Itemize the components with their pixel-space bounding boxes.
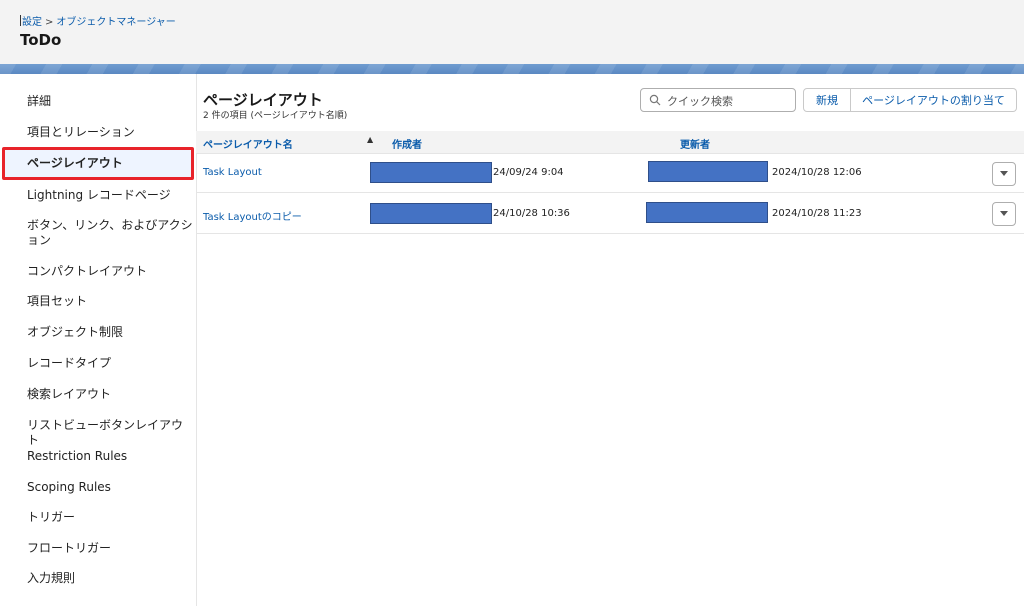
redacted-creator <box>370 162 492 183</box>
breadcrumb-object-manager-link[interactable]: オブジェクトマネージャー <box>56 17 175 28</box>
sidebar-item-field-sets[interactable]: 項目セット <box>2 294 194 309</box>
created-date: 24/10/28 10:36 <box>493 208 570 219</box>
header-decorative-band <box>0 64 1024 74</box>
sidebar-item-scoping-rules[interactable]: Scoping Rules <box>2 480 194 495</box>
chevron-down-icon <box>1000 171 1008 176</box>
redacted-creator <box>370 203 492 224</box>
text-cursor <box>20 15 21 26</box>
modified-date: 2024/10/28 12:06 <box>772 167 862 178</box>
column-header-layout-name[interactable]: ページレイアウト名 <box>203 136 293 151</box>
redacted-modifier <box>648 161 768 182</box>
sidebar-item-validation-rules[interactable]: 入力規則 <box>2 571 194 586</box>
breadcrumb-separator: > <box>45 17 54 28</box>
table-row: Task Layoutのコピー 24/10/28 10:36 2024/10/2… <box>196 195 1024 234</box>
sort-ascending-icon: ▲ <box>367 135 374 144</box>
sidebar-item-object-limits[interactable]: オブジェクト制限 <box>2 325 194 340</box>
table-row: Task Layout 24/09/24 9:04 2024/10/28 12:… <box>196 154 1024 193</box>
row-actions-button[interactable] <box>992 162 1016 186</box>
new-button[interactable]: 新規 <box>803 88 851 112</box>
sidebar-item-search-layouts[interactable]: 検索レイアウト <box>2 387 194 402</box>
sidebar-item-record-types[interactable]: レコードタイプ <box>2 356 194 371</box>
breadcrumb-setup-link[interactable]: 設定 <box>22 17 42 28</box>
sidebar-item-lightning-record-pages[interactable]: Lightning レコードページ <box>2 188 194 203</box>
sidebar-item-page-layouts[interactable]: ページレイアウト <box>2 147 194 180</box>
page-layout-assignment-button[interactable]: ページレイアウトの割り当て <box>851 88 1017 112</box>
sidebar-item-details[interactable]: 詳細 <box>2 94 194 109</box>
table-header: ページレイアウト名 ▲ 作成者 更新者 <box>196 131 1024 154</box>
row-actions-button[interactable] <box>992 202 1016 226</box>
sidebar-item-flow-triggers[interactable]: フロートリガー <box>2 541 194 556</box>
action-button-group: 新規 ページレイアウトの割り当て <box>803 88 1017 112</box>
quick-search-input[interactable]: クイック検索 <box>640 88 796 112</box>
breadcrumb: 設定 > オブジェクトマネージャー <box>20 13 176 28</box>
sidebar-item-fields-relationships[interactable]: 項目とリレーション <box>2 125 194 140</box>
sidebar-item-list-view-button-layout[interactable]: リストビューボタンレイアウト <box>2 418 194 448</box>
search-placeholder: クイック検索 <box>667 95 733 108</box>
item-count-subtitle: 2 件の項目 (ページレイアウト名順) <box>203 111 348 121</box>
main-content: ページレイアウト 2 件の項目 (ページレイアウト名順) クイック検索 新規 ペ… <box>196 74 1024 606</box>
column-header-created-by[interactable]: 作成者 <box>392 136 422 151</box>
page-title: ToDo <box>20 31 62 49</box>
sidebar-item-compact-layouts[interactable]: コンパクトレイアウト <box>2 264 194 279</box>
chevron-down-icon <box>1000 211 1008 216</box>
redacted-modifier <box>646 202 768 223</box>
section-title: ページレイアウト <box>203 91 323 109</box>
created-date: 24/09/24 9:04 <box>493 167 564 178</box>
search-icon <box>649 94 661 106</box>
sidebar-item-restriction-rules[interactable]: Restriction Rules <box>2 449 194 464</box>
sidebar: 詳細 項目とリレーション ページレイアウト Lightning レコードページ … <box>0 74 197 606</box>
sidebar-item-buttons-links-actions[interactable]: ボタン、リンク、およびアクション <box>2 218 194 248</box>
column-header-modified-by[interactable]: 更新者 <box>680 136 710 151</box>
sidebar-item-triggers[interactable]: トリガー <box>2 510 194 525</box>
page-header: 設定 > オブジェクトマネージャー ToDo <box>0 0 1024 64</box>
layout-name-link[interactable]: Task Layoutのコピー <box>203 208 302 223</box>
layout-name-link[interactable]: Task Layout <box>203 167 262 178</box>
modified-date: 2024/10/28 11:23 <box>772 208 862 219</box>
